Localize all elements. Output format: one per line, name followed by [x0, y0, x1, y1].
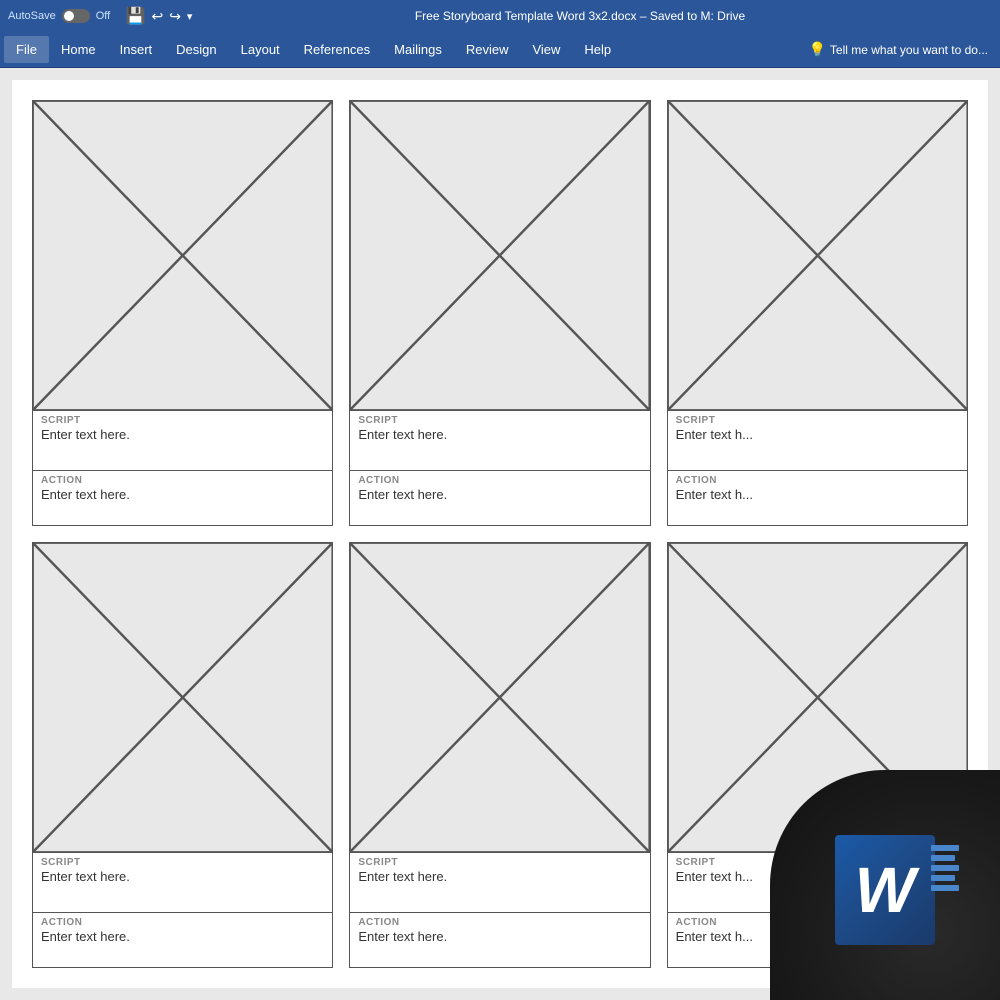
action-text-1[interactable]: Enter text here. [41, 487, 324, 502]
ribbon-menu: File Home Insert Design Layout Reference… [0, 32, 1000, 68]
script-label-4: SCRIPT [41, 857, 324, 868]
word-line-1 [931, 845, 959, 851]
action-text-4[interactable]: Enter text here. [41, 929, 324, 944]
image-placeholder-4 [33, 543, 332, 852]
tab-references[interactable]: References [292, 36, 382, 63]
tab-help[interactable]: Help [572, 36, 623, 63]
action-text-3[interactable]: Enter text h... [676, 487, 959, 502]
script-label-1: SCRIPT [41, 415, 324, 426]
script-label-3: SCRIPT [676, 415, 959, 426]
script-section-1: SCRIPT Enter text here. [33, 410, 332, 470]
customize-icon[interactable]: ▾ [187, 10, 193, 23]
tab-review[interactable]: Review [454, 36, 521, 63]
action-section-5: ACTION Enter text here. [350, 912, 649, 967]
script-text-3[interactable]: Enter text h... [676, 427, 959, 442]
script-text-2[interactable]: Enter text here. [358, 427, 641, 442]
storyboard-cell-5: SCRIPT Enter text here. ACTION Enter tex… [349, 542, 650, 968]
tab-home[interactable]: Home [49, 36, 108, 63]
title-bar: AutoSave Off 💾 ↩ ↪ ▾ Free Storyboard Tem… [0, 0, 1000, 32]
word-line-3 [931, 865, 959, 871]
action-text-2[interactable]: Enter text here. [358, 487, 641, 502]
tab-layout[interactable]: Layout [229, 36, 292, 63]
word-logo-overlay: W [770, 770, 1000, 1000]
tab-insert[interactable]: Insert [108, 36, 165, 63]
action-section-3: ACTION Enter text h... [668, 470, 967, 525]
action-label-3: ACTION [676, 475, 959, 486]
word-line-5 [931, 885, 959, 891]
script-text-1[interactable]: Enter text here. [41, 427, 324, 442]
tab-mailings[interactable]: Mailings [382, 36, 454, 63]
storyboard-cell-3: SCRIPT Enter text h... ACTION Enter text… [667, 100, 968, 526]
redo-icon[interactable]: ↪ [169, 8, 181, 25]
storyboard-cell-1: SCRIPT Enter text here. ACTION Enter tex… [32, 100, 333, 526]
word-letter: W [855, 858, 915, 922]
action-section-2: ACTION Enter text here. [350, 470, 649, 525]
script-text-5[interactable]: Enter text here. [358, 869, 641, 884]
lightbulb-icon: 💡 [808, 41, 825, 58]
toggle-knob [64, 11, 74, 21]
action-section-4: ACTION Enter text here. [33, 912, 332, 967]
tab-file[interactable]: File [4, 36, 49, 63]
autosave-toggle[interactable] [62, 9, 90, 23]
action-text-5[interactable]: Enter text here. [358, 929, 641, 944]
action-label-2: ACTION [358, 475, 641, 486]
tab-design[interactable]: Design [164, 36, 228, 63]
undo-icon[interactable]: ↩ [151, 8, 163, 25]
tell-me-box[interactable]: 💡 Tell me what you want to do... [808, 41, 996, 58]
image-placeholder-2 [350, 101, 649, 410]
word-logo: W [835, 835, 965, 965]
script-section-4: SCRIPT Enter text here. [33, 852, 332, 912]
script-section-5: SCRIPT Enter text here. [350, 852, 649, 912]
word-line-2 [931, 855, 955, 861]
image-placeholder-3 [668, 101, 967, 410]
image-placeholder-1 [33, 101, 332, 410]
image-placeholder-5 [350, 543, 649, 852]
storyboard-cell-2: SCRIPT Enter text here. ACTION Enter tex… [349, 100, 650, 526]
action-label-5: ACTION [358, 917, 641, 928]
tab-view[interactable]: View [520, 36, 572, 63]
title-bar-left: AutoSave Off 💾 ↩ ↪ ▾ [8, 6, 288, 26]
script-text-4[interactable]: Enter text here. [41, 869, 324, 884]
word-line-4 [931, 875, 955, 881]
storyboard-cell-4: SCRIPT Enter text here. ACTION Enter tex… [32, 542, 333, 968]
action-label-1: ACTION [41, 475, 324, 486]
action-section-1: ACTION Enter text here. [33, 470, 332, 525]
document-title: Free Storyboard Template Word 3x2.docx –… [288, 9, 872, 23]
tell-me-text: Tell me what you want to do... [830, 43, 988, 57]
save-icon[interactable]: 💾 [126, 6, 146, 26]
script-section-3: SCRIPT Enter text h... [668, 410, 967, 470]
script-label-5: SCRIPT [358, 857, 641, 868]
word-lines [931, 845, 959, 891]
off-label: Off [96, 10, 110, 22]
autosave-label: AutoSave [8, 10, 56, 22]
script-section-2: SCRIPT Enter text here. [350, 410, 649, 470]
action-label-4: ACTION [41, 917, 324, 928]
word-logo-background: W [835, 835, 935, 945]
script-label-2: SCRIPT [358, 415, 641, 426]
